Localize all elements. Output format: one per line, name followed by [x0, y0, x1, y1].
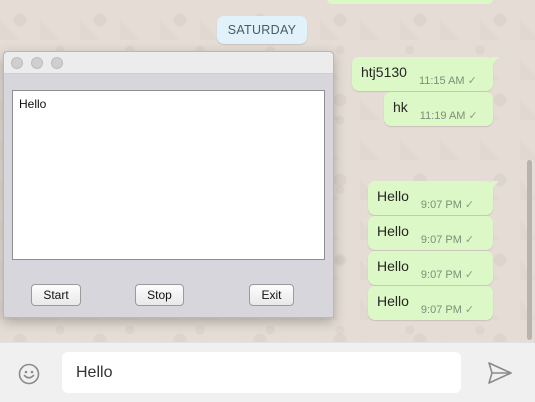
message-bubble[interactable]: Hello 9:07 PM ✓ [368, 251, 493, 285]
message-bubble[interactable]: Hello 9:07 PM ✓ [368, 181, 499, 215]
smiley-icon[interactable] [18, 363, 40, 385]
message-text: Hello [377, 293, 409, 309]
window-minimize-icon[interactable] [31, 57, 43, 69]
message-bubble[interactable]: Hello 9:07 PM ✓ [368, 286, 493, 320]
date-divider: SATURDAY [217, 16, 307, 44]
message-text-area[interactable]: Hello [12, 90, 325, 260]
chat-scrollbar[interactable] [527, 160, 532, 340]
sent-check-icon: ✓ [464, 303, 475, 316]
message-time: 9:07 PM ✓ [420, 268, 475, 281]
sent-check-icon: ✓ [467, 74, 477, 87]
composer-bar: Hello [0, 342, 535, 402]
window-zoom-icon[interactable] [51, 57, 63, 69]
message-text: Hello [377, 258, 409, 274]
date-divider-label: SATURDAY [227, 23, 297, 37]
sent-check-icon: ✓ [464, 268, 475, 281]
message-input[interactable]: Hello [62, 352, 461, 393]
message-time: 11:15 AM ✓ [418, 74, 477, 87]
message-input-value: Hello [76, 363, 113, 381]
message-bubble[interactable]: htj5130 11:15 AM ✓ [352, 57, 499, 91]
sent-check-icon: ✓ [468, 109, 478, 122]
message-text: Hello [377, 223, 409, 239]
window-close-icon[interactable] [11, 57, 23, 69]
stop-button[interactable]: Stop [135, 284, 184, 306]
message-time: 9:07 PM ✓ [420, 198, 475, 211]
message-time: 9:07 PM ✓ [420, 303, 475, 316]
exit-button[interactable]: Exit [249, 284, 294, 306]
send-icon[interactable] [487, 361, 513, 385]
message-time: 9:07 PM ✓ [420, 233, 475, 246]
sent-check-icon: ✓ [464, 198, 475, 211]
message-bubble[interactable]: Hello 9:07 PM ✓ [368, 216, 493, 250]
message-time: 11:19 AM ✓ [419, 109, 478, 122]
app-window: Hello Start Stop Exit [3, 51, 334, 318]
previous-message-bubble [327, 0, 493, 4]
text-area-content: Hello [19, 97, 47, 111]
message-text: Hello [377, 188, 409, 204]
window-titlebar[interactable] [4, 52, 333, 74]
message-text: hk [393, 99, 408, 115]
message-text: htj5130 [361, 64, 407, 80]
start-button[interactable]: Start [31, 284, 81, 306]
message-bubble[interactable]: hk 11:19 AM ✓ [384, 92, 493, 126]
sent-check-icon: ✓ [464, 233, 475, 246]
